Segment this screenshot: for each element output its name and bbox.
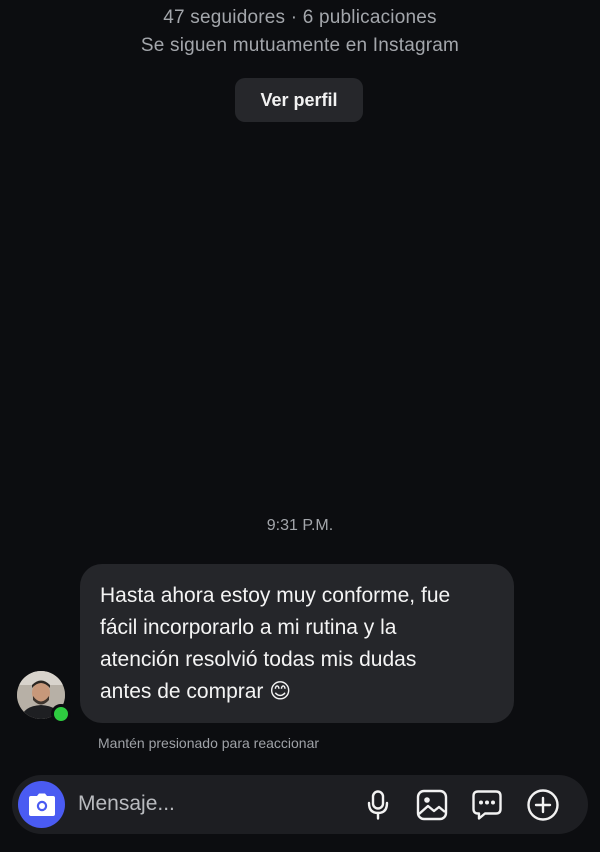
gallery-icon [416,789,448,821]
voice-message-button[interactable] [361,788,395,822]
view-profile-button[interactable]: Ver perfil [235,78,363,122]
message-input[interactable] [78,787,338,821]
add-icon [527,789,559,821]
gallery-button[interactable] [415,788,449,822]
message-bubble[interactable]: Hasta ahora estoy muy conforme, fue fáci… [80,564,514,723]
microphone-icon [367,790,389,820]
message-composer [12,775,588,834]
message-line: antes de comprar 😊 [100,680,292,703]
reaction-hint: Mantén presionado para reaccionar [98,735,320,751]
sticker-button[interactable] [470,788,504,822]
message-line: Hasta ahora estoy muy conforme, fue [100,584,451,607]
online-status-indicator [51,704,71,724]
camera-icon [28,793,55,816]
message-line: fácil incorporarlo a mi rutina y la [100,616,397,639]
message-timestamp: 9:31 P.M. [266,517,334,534]
message-line: atención resolvió todas mis dudas [100,648,417,671]
mutual-follow-note: Se siguen mutuamente en Instagram [140,35,460,56]
camera-button[interactable] [18,781,65,828]
profile-stats: 47 seguidores · 6 publicaciones [163,7,437,28]
add-button[interactable] [526,788,560,822]
sticker-icon [472,790,502,820]
